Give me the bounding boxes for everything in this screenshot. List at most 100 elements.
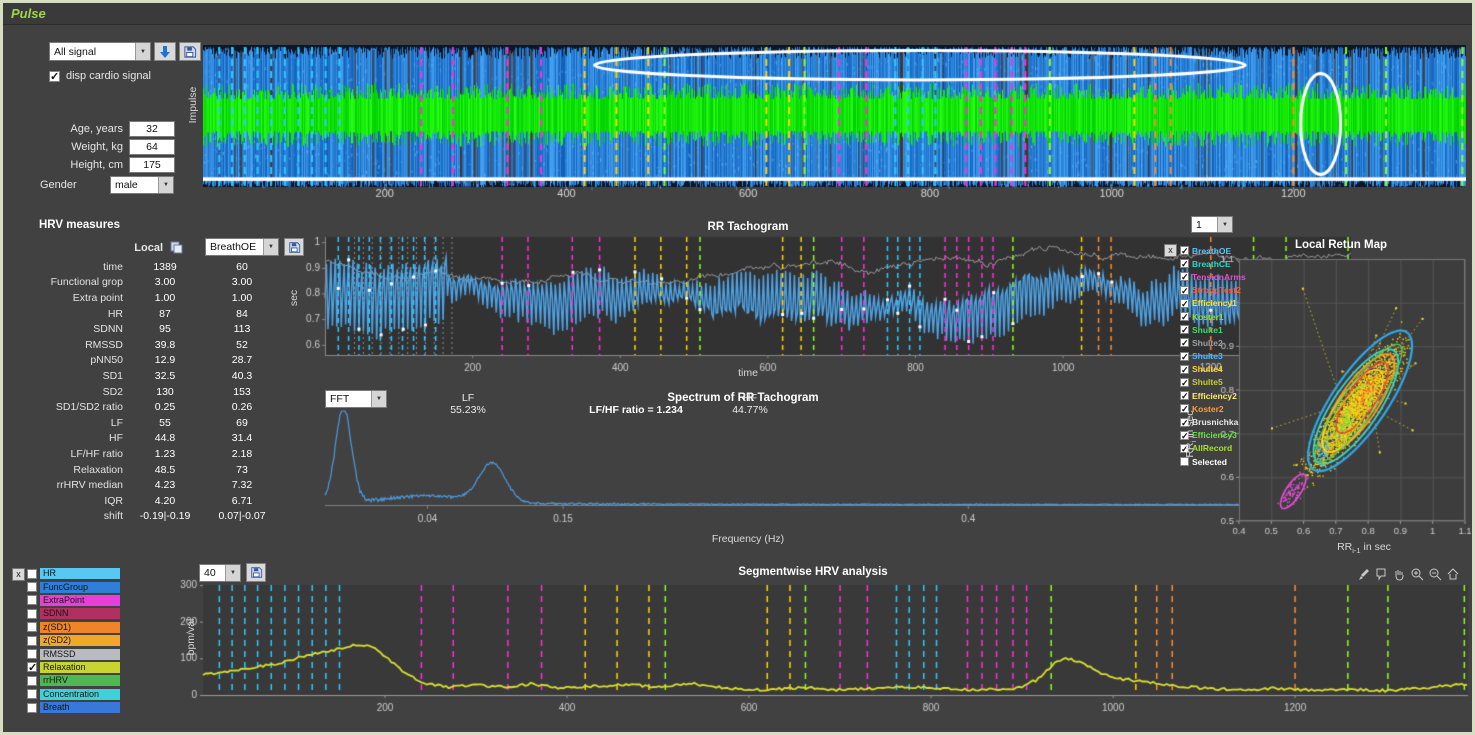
gender-select-value: male bbox=[111, 179, 158, 191]
segment-close-button[interactable]: x bbox=[12, 568, 25, 581]
hrv-measure-row: Functional grop3.003.00 bbox=[11, 275, 291, 291]
weight-field[interactable]: 64 bbox=[129, 139, 175, 155]
lf-label: LF bbox=[433, 392, 503, 404]
checkbox[interactable] bbox=[27, 582, 37, 592]
legend-chip: Relaxation bbox=[40, 662, 120, 673]
segmentwise-title: Segmentwise HRV analysis bbox=[503, 566, 1123, 578]
disp-cardio-checkbox[interactable] bbox=[49, 71, 60, 82]
hrv-measure-row: IQR4.206.71 bbox=[11, 493, 291, 509]
return-map-record-item[interactable]: Koster1 bbox=[1180, 310, 1250, 323]
checkbox[interactable] bbox=[1180, 365, 1189, 374]
segment-legend-item[interactable]: Concentration bbox=[27, 688, 120, 701]
checkbox[interactable] bbox=[1180, 338, 1189, 347]
hrv-measure-row: HR8784 bbox=[11, 306, 291, 322]
hrv-cell: 3.00 bbox=[201, 276, 283, 288]
segment-legend-item[interactable]: rrHRV bbox=[27, 674, 120, 687]
segment-legend-item[interactable]: ExtraPoint bbox=[27, 594, 120, 607]
hrv-measure-row: SD2130153 bbox=[11, 384, 291, 400]
checkbox[interactable] bbox=[27, 609, 37, 619]
segment-legend-item[interactable]: z(SD1) bbox=[27, 621, 120, 634]
segment-window-value: 40 bbox=[200, 567, 225, 579]
segmentwise-plot-canvas[interactable] bbox=[171, 579, 1471, 719]
hrv-cell: rrHRV median bbox=[11, 479, 129, 491]
save-icon bbox=[183, 45, 197, 59]
checkbox[interactable] bbox=[1180, 325, 1189, 334]
hrv-cell: SD2 bbox=[11, 386, 129, 398]
impulse-plot-canvas[interactable] bbox=[203, 45, 1466, 199]
hrv-measure-row: Relaxation48.573 bbox=[11, 462, 291, 478]
segment-legend-item[interactable]: SDNN bbox=[27, 607, 120, 620]
age-label: Age, years bbox=[33, 123, 123, 135]
record-label: Efficiency1 bbox=[1192, 298, 1237, 308]
checkbox[interactable] bbox=[27, 622, 37, 632]
checkbox[interactable] bbox=[1180, 272, 1189, 281]
return-map-record-item[interactable]: BreathCE bbox=[1180, 257, 1250, 270]
segment-legend-item[interactable]: Breath bbox=[27, 701, 120, 714]
checkbox[interactable] bbox=[1180, 312, 1189, 321]
hrv-measure-row: SD132.540.3 bbox=[11, 368, 291, 384]
legend-chip: RMSSD bbox=[40, 649, 120, 660]
return-map-xlabel: RRi-1 in sec bbox=[1279, 541, 1449, 555]
checkbox[interactable] bbox=[27, 703, 37, 713]
gender-select[interactable]: male ▼ bbox=[110, 176, 174, 194]
legend-chip: z(SD2) bbox=[40, 635, 120, 646]
return-map-record-item[interactable]: Shulte1 bbox=[1180, 323, 1250, 336]
age-field[interactable]: 32 bbox=[129, 121, 175, 137]
legend-chip: z(SD1) bbox=[40, 622, 120, 633]
xlabel-sub: i-1 bbox=[1352, 546, 1360, 555]
legend-chip: Concentration bbox=[40, 689, 120, 700]
hrv-cell: SD1/SD2 ratio bbox=[11, 401, 129, 413]
checkbox[interactable] bbox=[1180, 299, 1189, 308]
checkbox[interactable] bbox=[27, 636, 37, 646]
map-close-button[interactable]: x bbox=[1164, 244, 1177, 257]
legend-chip: rrHRV bbox=[40, 675, 120, 686]
hrv-cell: 4.23 bbox=[129, 479, 201, 491]
map-zoom-select[interactable]: 1 ▼ bbox=[1191, 216, 1233, 233]
hrv-cell: 73 bbox=[201, 464, 283, 476]
segment-legend-item[interactable]: FuncGroup bbox=[27, 580, 120, 593]
return-map-record-item[interactable]: Shulte2 bbox=[1180, 336, 1250, 349]
return-map-record-item[interactable]: Shulte4 bbox=[1180, 363, 1250, 376]
hrv-cell: 12.9 bbox=[129, 354, 201, 366]
record-label: Shulte4 bbox=[1192, 364, 1223, 374]
checkbox[interactable] bbox=[27, 689, 37, 699]
checkbox[interactable] bbox=[27, 676, 37, 686]
record-label: Efficiency3 bbox=[1192, 430, 1237, 440]
checkbox[interactable] bbox=[1180, 352, 1189, 361]
segment-legend-item[interactable]: z(SD2) bbox=[27, 634, 120, 647]
hrv-cell: 44.8 bbox=[129, 432, 201, 444]
return-map-record-item[interactable]: TensionArms bbox=[1180, 270, 1250, 283]
hrv-measure-row: Extra point1.001.00 bbox=[11, 290, 291, 306]
checkbox[interactable] bbox=[1180, 286, 1189, 295]
segment-legend-item[interactable]: Relaxation bbox=[27, 661, 120, 674]
copy-icon bbox=[169, 240, 184, 255]
checkbox[interactable] bbox=[27, 595, 37, 605]
segment-legend-item[interactable]: RMSSD bbox=[27, 647, 120, 660]
hrv-cell: 40.3 bbox=[201, 370, 283, 382]
checkbox[interactable] bbox=[27, 649, 37, 659]
return-map-record-item[interactable]: Shulte3 bbox=[1180, 350, 1250, 363]
return-map-record-item[interactable]: Efficiency1 bbox=[1180, 297, 1250, 310]
segment-legend-item[interactable]: HR bbox=[27, 567, 120, 580]
checkbox[interactable] bbox=[27, 662, 37, 672]
return-map-record-item[interactable]: Shulte5 bbox=[1180, 376, 1250, 389]
checkbox[interactable] bbox=[1180, 378, 1189, 387]
checkbox[interactable] bbox=[1180, 246, 1189, 255]
load-signal-button[interactable] bbox=[154, 42, 176, 61]
checkbox[interactable] bbox=[1180, 259, 1189, 268]
hrv-col-local: Local bbox=[103, 242, 163, 254]
xlabel-text: in sec bbox=[1361, 541, 1391, 553]
hrv-cell: 69 bbox=[201, 417, 283, 429]
height-field[interactable]: 175 bbox=[129, 157, 175, 173]
return-map-record-item[interactable]: StroopTest2 bbox=[1180, 284, 1250, 297]
hrv-record-select[interactable]: BreathOE ▼ bbox=[205, 238, 279, 256]
hrv-measure-row: SDNN95113 bbox=[11, 321, 291, 337]
signal-select[interactable]: All signal ▼ bbox=[49, 42, 151, 61]
hrv-cell: 0.25 bbox=[129, 401, 201, 413]
checkbox[interactable] bbox=[27, 569, 37, 579]
record-label: TensionArms bbox=[1192, 272, 1246, 282]
save-signal-button[interactable] bbox=[179, 42, 201, 61]
ylabel-sub: i bbox=[1189, 441, 1198, 443]
return-map-record-item[interactable]: BreathOE bbox=[1180, 244, 1250, 257]
copy-measures-button[interactable] bbox=[169, 240, 184, 260]
